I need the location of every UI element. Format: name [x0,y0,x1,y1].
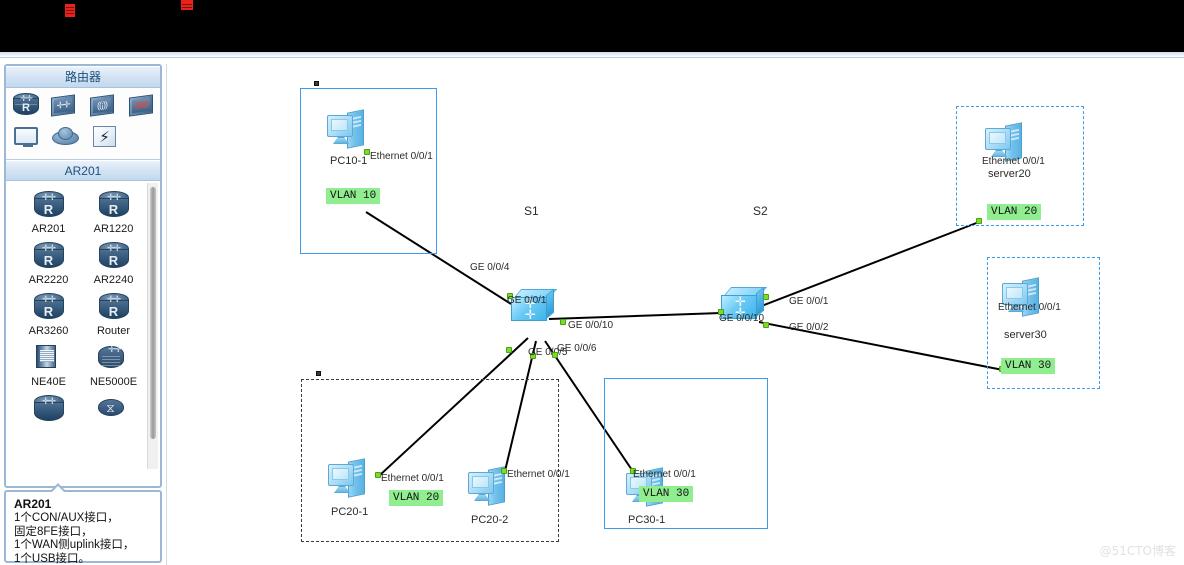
loadbalancer-icon: ⧖ [97,394,131,426]
port-label-s1-ge6: GE 0/0/6 [557,343,597,354]
node-label-s2: S2 [753,204,768,218]
port-label-s1-ge4: GE 0/0/4 [470,262,510,273]
toolbar-divider [0,52,1184,58]
ne40e-icon [32,343,66,375]
node-label-server30: server30 [1004,329,1047,341]
ne5000e-icon: ✛✛ [97,343,131,375]
vlan-tag-30-server: VLAN 30 [1001,358,1056,374]
router-icon: ✛✛ R [32,241,66,273]
port-dot [763,294,769,300]
port-label-s2-ge10: GE 0/0/10 [719,313,765,324]
device-label: NE40E [31,376,66,388]
device-item-ne5000e[interactable]: ✛✛ NE5000E [81,340,146,389]
router-icon: ✛✛ R [32,190,66,222]
vlan-tag-20-server: VLAN 20 [987,204,1042,220]
device-item-partial-1[interactable]: ✛✛ [16,391,81,427]
scrollbar-thumb[interactable] [150,187,156,439]
link-s2-server20 [758,221,980,308]
port-label-pc30-1: Ethernet 0/0/1 [633,469,696,480]
dock-quick-icons: ✛✛ R ✛✛ ((¡)) ▨▨ ⚡ [6,88,160,160]
dock-section-header: 路由器 [6,66,160,88]
port-dot [763,322,769,328]
port-dot [506,347,512,353]
node-label-s1: S1 [524,204,539,218]
device-list[interactable]: ✛✛ R AR201 ✛✛ R AR1220 ✛✛ R AR2220 ✛✛ R … [6,181,160,474]
link-s1-s2 [548,312,722,320]
port-label-pc20-1: Ethernet 0/0/1 [381,473,444,484]
router-icon: ✛✛ R [32,292,66,324]
pc-icon [1002,277,1048,323]
top-black-band [0,0,1184,52]
device-label: NE5000E [89,376,138,388]
description-line: 1个CON/AUX接口， [14,512,119,524]
port-dot [976,218,982,224]
device-item-ne40e[interactable]: NE40E [16,340,81,389]
port-label-server30: Ethernet 0/0/1 [998,302,1061,313]
device-item-ar1220[interactable]: ✛✛ R AR1220 [81,187,146,236]
port-label-server20: Ethernet 0/0/1 [982,156,1045,167]
application-window: 路由器 ✛✛ R ✛✛ ((¡)) ▨▨ ⚡ AR201 ✛✛ R AR201 … [0,0,1184,565]
port-label-s2-ge2: GE 0/0/2 [789,322,829,333]
node-label-pc20-1: PC20-1 [331,506,369,518]
description-title: AR201 [14,497,52,511]
device-label: AR2220 [28,274,69,286]
topology-canvas[interactable]: PC10-1 Ethernet 0/0/1 VLAN 10 S1 ✛ ✛ GE 0… [166,64,1184,565]
router-icon: ✛✛ R [97,292,131,324]
connection-icon[interactable]: ⚡ [90,123,120,151]
vlan-tag-20-pc: VLAN 20 [389,490,444,506]
device-label: AR1220 [93,223,134,235]
selection-handle[interactable] [314,81,319,86]
pc-icon[interactable] [12,123,42,151]
router-icon: ✛✛ R [97,241,131,273]
switch-icon[interactable]: ✛✛ [49,92,79,120]
device-dock-panel: 路由器 ✛✛ R ✛✛ ((¡)) ▨▨ ⚡ AR201 ✛✛ R AR201 … [4,64,162,488]
watermark: @51CTO博客 [1099,544,1176,558]
port-label-pc20-2: Ethernet 0/0/1 [507,469,570,480]
dock-category-header: AR201 [6,160,160,181]
device-item-ar201[interactable]: ✛✛ R AR201 [16,187,81,236]
device-label: AR2240 [93,274,134,286]
description-line: 1个WAN侧uplink接口， [14,539,135,551]
port-label-s2-ge1: GE 0/0/1 [789,296,829,307]
wlan-ap-icon[interactable]: ((¡)) [88,92,118,120]
device-list-scrollbar[interactable] [147,183,158,469]
selection-handle[interactable] [316,371,321,376]
device-item-ar2220[interactable]: ✛✛ R AR2220 [16,238,81,287]
node-label-server20: server20 [988,168,1031,180]
description-line: 1个USB接口。 [14,552,91,565]
port-label-s1-ge10: GE 0/0/10 [568,320,614,331]
vlan-tag-10: VLAN 10 [326,188,381,204]
port-dot [560,319,566,325]
port-label-s1-ge1: GE 0/0/1 [507,295,547,306]
node-label-pc30-1: PC30-1 [628,514,666,526]
router-icon: ✛✛ R [97,190,131,222]
node-label-pc10-1: PC10-1 [330,155,368,167]
device-item-ar2240[interactable]: ✛✛ R AR2240 [81,238,146,287]
device-item-ar3260[interactable]: ✛✛ R AR3260 [16,289,81,338]
red-marker-2 [181,0,193,10]
firewall-icon[interactable]: ▨▨ [127,92,157,120]
device-item-router[interactable]: ✛✛ R Router [81,289,146,338]
device-label: Router [96,325,131,337]
red-marker-1 [65,4,75,17]
device-label: AR3260 [28,325,69,337]
description-line: 固定8FE接口， [14,525,93,538]
cloud-icon[interactable] [51,123,81,151]
device-label: AR201 [31,223,66,235]
pc-icon [328,458,374,504]
vlan-tag-30-pc: VLAN 30 [639,486,694,502]
router-icon[interactable]: ✛✛ R [12,92,40,118]
port-label-pc10-1: Ethernet 0/0/1 [370,151,433,162]
router-icon: ✛✛ [32,394,66,426]
device-description-panel: AR201 1个CON/AUX接口， 固定8FE接口， 1个WAN侧uplink… [4,483,162,565]
node-label-pc20-2: PC20-2 [471,514,509,526]
device-item-partial-2[interactable]: ⧖ [81,391,146,427]
